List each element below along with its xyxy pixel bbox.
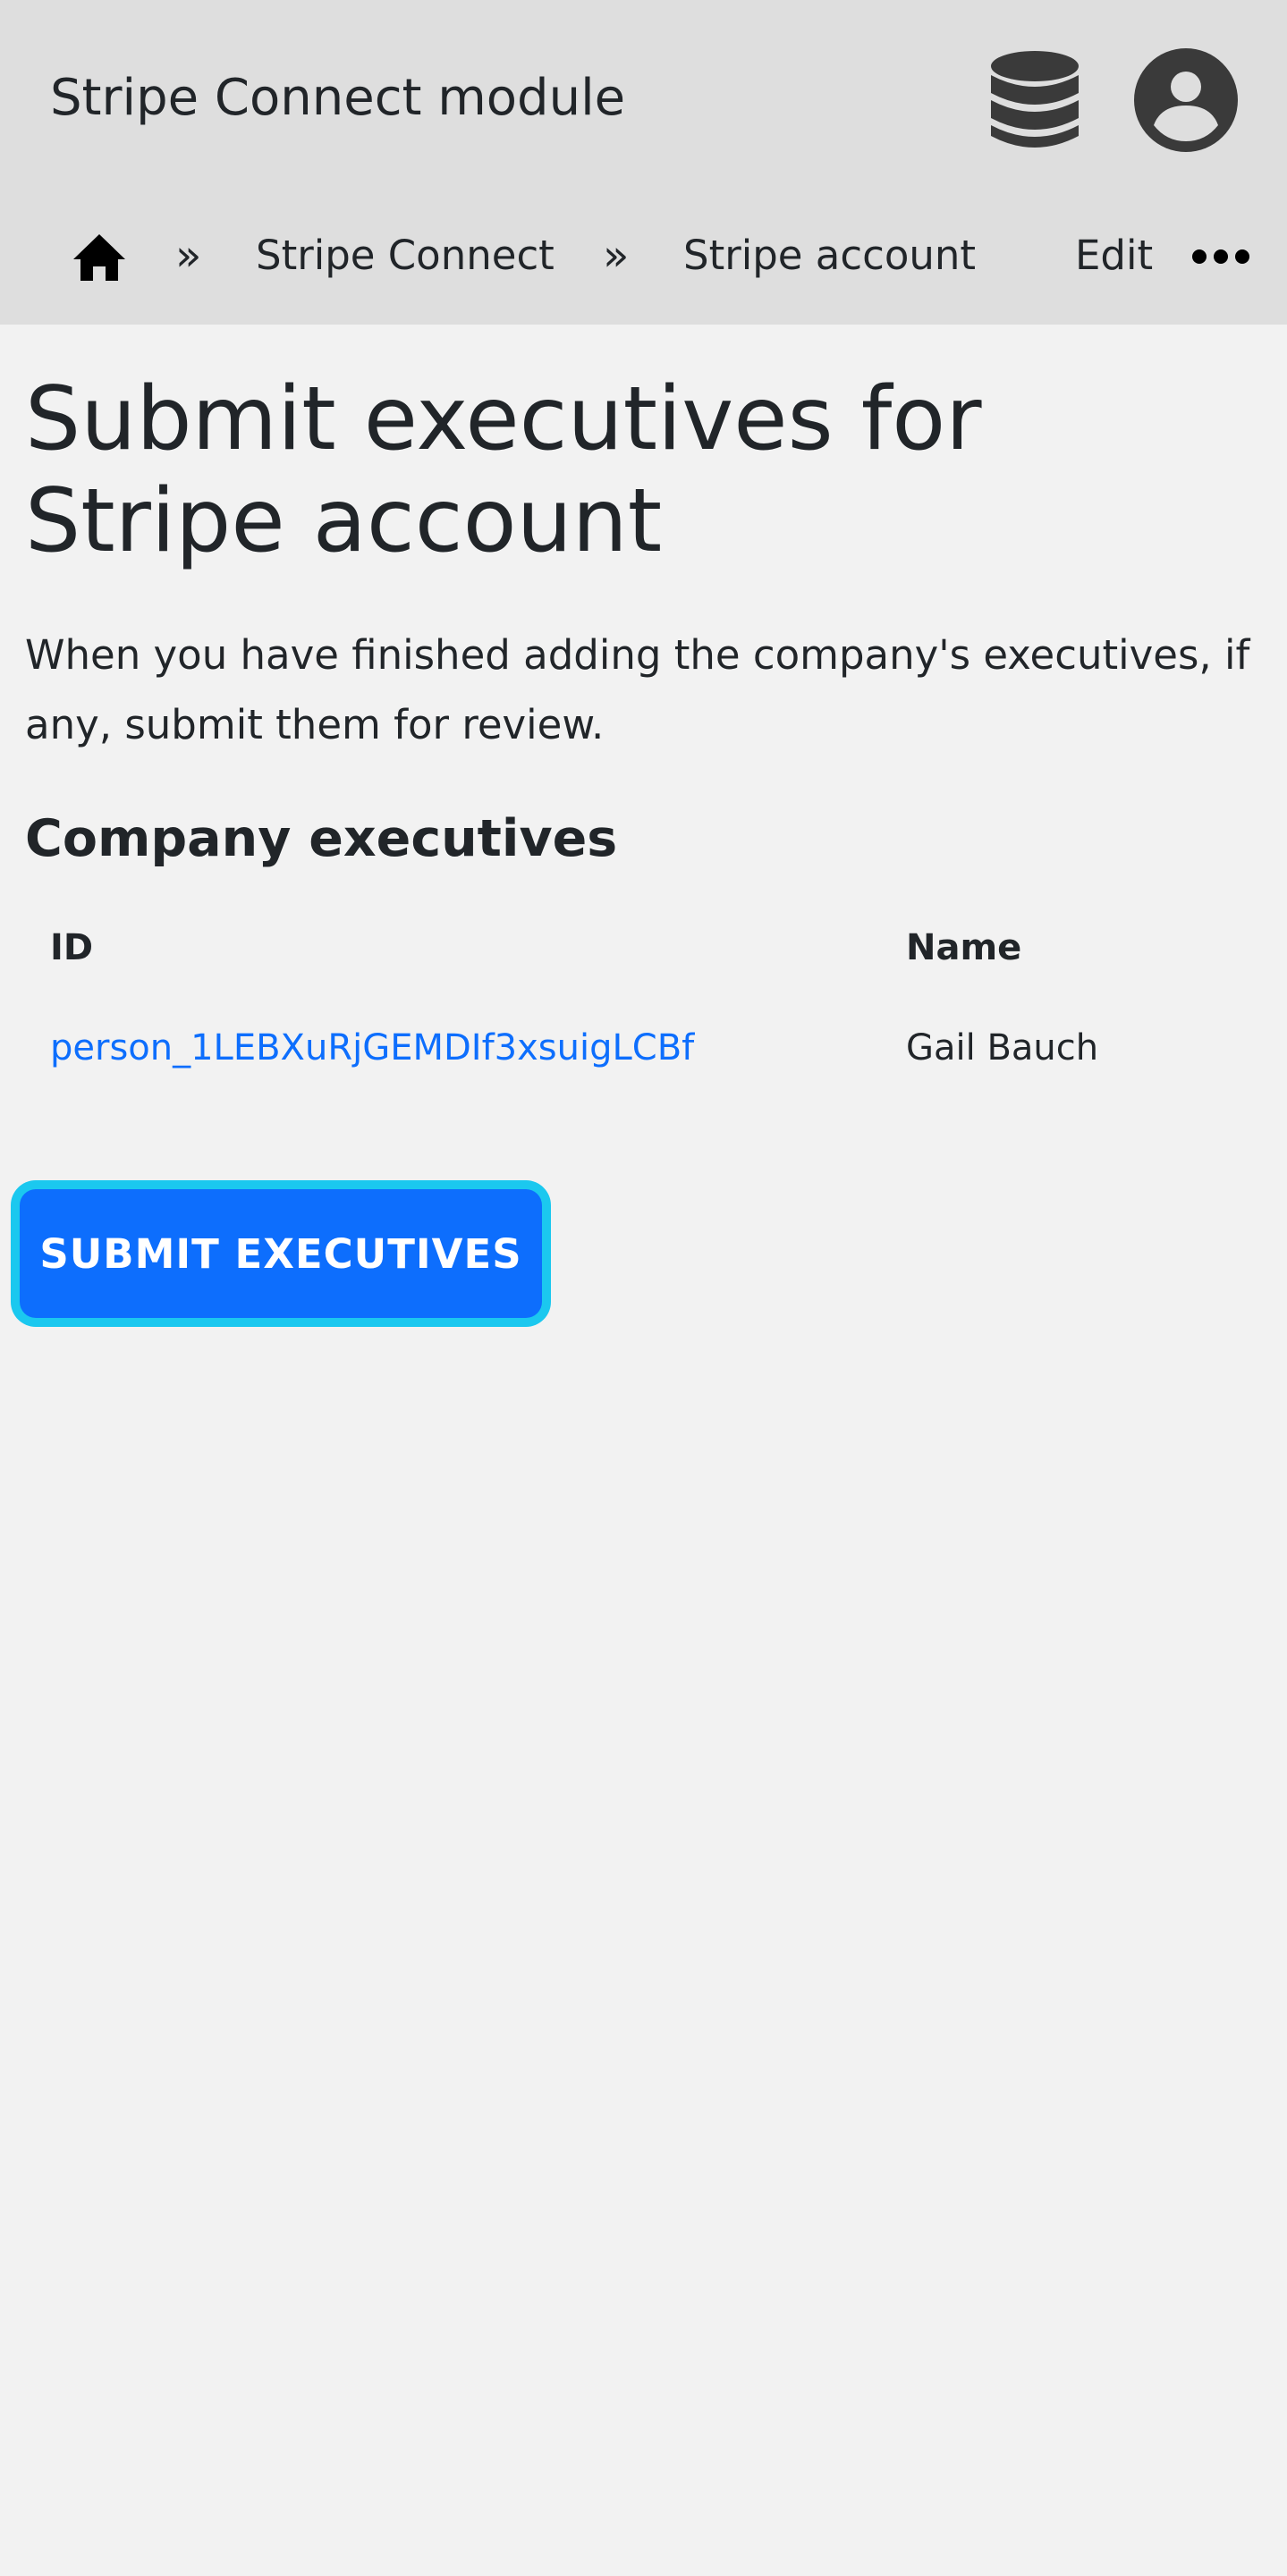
- page-title: Submit executives for Stripe account: [25, 368, 982, 572]
- app-title: Stripe Connect module: [50, 69, 626, 127]
- section-title: Company executives: [25, 809, 618, 868]
- breadcrumb: » Stripe Connect » Stripe account Edit: [0, 211, 1287, 300]
- breadcrumb-item-stripe-connect[interactable]: Stripe Connect: [256, 229, 555, 283]
- breadcrumb-item-edit[interactable]: Edit: [1075, 229, 1170, 283]
- executive-id-link[interactable]: person_1LEBXuRjGEMDIf3xsuigLCBf: [50, 1021, 694, 1075]
- breadcrumb-separator: »: [603, 231, 630, 281]
- column-header-name: Name: [906, 927, 1022, 968]
- breadcrumb-separator: »: [175, 231, 202, 281]
- app-header: Stripe Connect module » Stripe Connect »…: [0, 0, 1287, 325]
- column-header-id: ID: [50, 927, 94, 968]
- home-icon[interactable]: [72, 232, 127, 283]
- more-icon[interactable]: [1191, 249, 1250, 265]
- intro-text: When you have finished adding the compan…: [25, 631, 1250, 748]
- database-icon[interactable]: [989, 48, 1080, 152]
- user-account-icon[interactable]: [1134, 48, 1238, 152]
- submit-executives-button[interactable]: SUBMIT EXECUTIVES: [20, 1189, 542, 1318]
- breadcrumb-item-stripe-account[interactable]: Stripe account: [683, 229, 976, 283]
- executive-name: Gail Bauch: [906, 1027, 1099, 1068]
